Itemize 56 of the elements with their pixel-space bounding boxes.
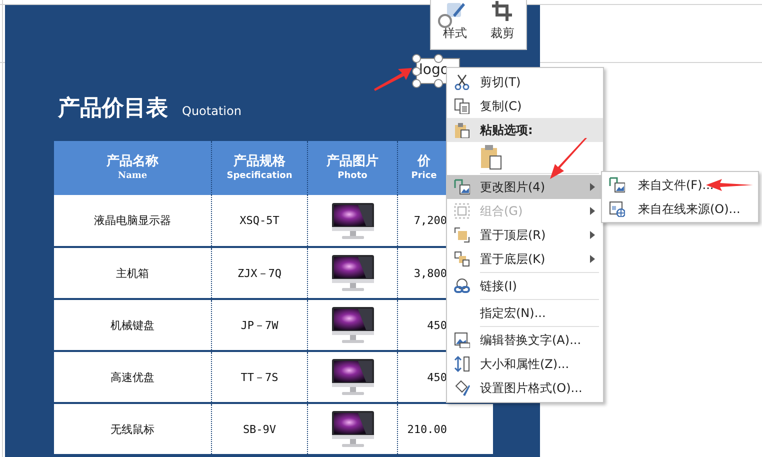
sheet-title: 产品价目表 (58, 95, 168, 123)
link-icon (454, 278, 470, 294)
group-icon (454, 203, 470, 219)
crop-icon (492, 1, 512, 21)
table-cell: 无线鼠标 (54, 403, 212, 455)
menu-item[interactable]: 置于顶层(R) (447, 223, 603, 247)
table-cell: SB-9V (212, 403, 308, 455)
menu-item[interactable]: 来自在线来源(O)... (602, 197, 758, 221)
menu-item[interactable]: 更改图片(4) (447, 175, 603, 199)
paste-option-icon[interactable] (480, 144, 502, 170)
price-text: 450 (427, 318, 447, 332)
menu-item[interactable]: 大小和属性(Z)... (447, 352, 603, 376)
column-title: 价 (418, 154, 430, 170)
resize-icon (454, 356, 470, 372)
annotation-arrow (549, 138, 589, 180)
table-cell: XSQ-5T (212, 195, 308, 247)
bring-front-icon (454, 227, 470, 243)
price-text: 7,200 (414, 214, 447, 227)
price-text: 450 (427, 370, 447, 384)
table-cell: 主机箱 (54, 247, 212, 299)
menu-item[interactable]: 链接(I) (447, 274, 603, 298)
menu-item[interactable]: 置于底层(K) (447, 247, 603, 271)
menu-item[interactable]: 来自文件(F)... (602, 173, 758, 197)
scissors-icon (454, 74, 470, 90)
column-title: 产品名称 (106, 154, 158, 170)
toolbar-button[interactable]: 裁剪 (486, 1, 518, 42)
price-text: 210.00 (407, 422, 447, 436)
table-cell: 液晶电脑显示器 (54, 195, 212, 247)
image-text-icon (454, 332, 470, 348)
column-subtitle: Photo (338, 170, 368, 182)
menu-item[interactable]: 设置图片格式(O)... (447, 376, 603, 400)
column-title: 产品图片 (326, 154, 378, 170)
menu-item[interactable]: 编辑替换文字(A)... (447, 328, 603, 352)
table-cell: 高速优盘 (54, 351, 212, 403)
price-text: 3,800 (414, 266, 447, 280)
picture-swap-icon (609, 177, 625, 193)
copy-icon (454, 98, 470, 114)
table-cell: 机械键盘 (54, 299, 212, 351)
table-cell: TT－7S (212, 351, 308, 403)
menu-item[interactable]: 复制(C) (447, 94, 603, 118)
picture-swap-icon (454, 179, 470, 195)
menu-section-header: 粘贴选项: (480, 122, 533, 138)
sheet-subtitle: Quotation (182, 104, 242, 118)
resize-handle[interactable] (434, 54, 443, 63)
column-subtitle: Price (411, 170, 437, 182)
column-title: 产品规格 (234, 154, 286, 170)
column-subtitle: Specification (226, 170, 292, 182)
resize-handle[interactable] (434, 79, 443, 88)
online-picture-icon (609, 201, 625, 217)
table-cell: JP－7W (212, 299, 308, 351)
column-subtitle: Name (118, 170, 148, 182)
annotation-arrow (374, 67, 414, 91)
send-back-icon (454, 251, 470, 267)
menu-item[interactable]: 指定宏(N)... (447, 301, 603, 325)
table-cell: ZJX－7Q (212, 247, 308, 299)
paste-icon (454, 122, 470, 138)
